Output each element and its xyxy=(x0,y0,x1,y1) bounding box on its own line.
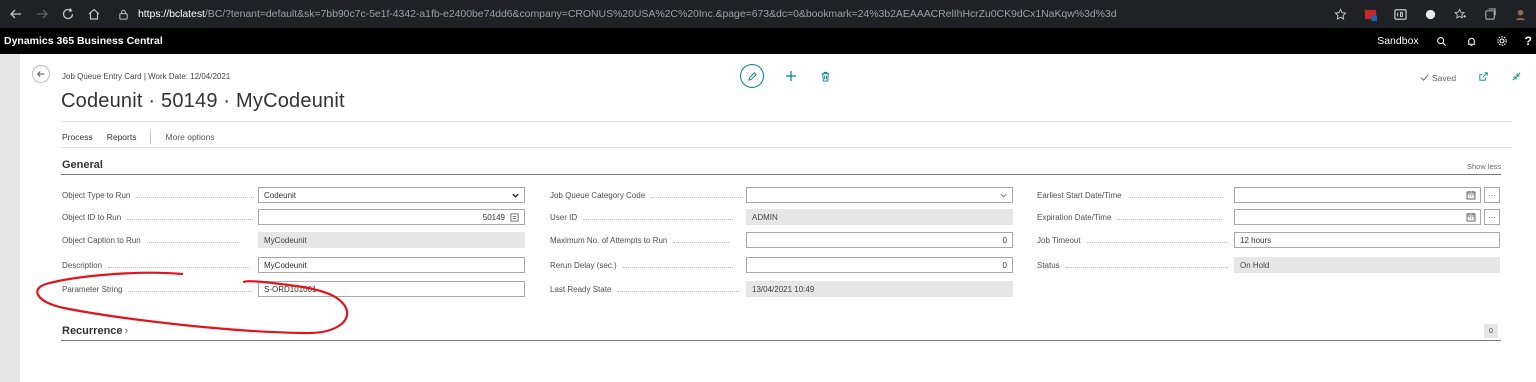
parameter-string-input[interactable]: S-ORD101001 xyxy=(258,281,525,297)
action-bar: Process Reports More options xyxy=(62,130,229,144)
lookup-icon[interactable] xyxy=(510,212,519,222)
environment-label: Sandbox xyxy=(1377,35,1419,47)
reports-menu[interactable]: Reports xyxy=(107,132,137,142)
rerun-delay-label: Rerun Delay (sec.) xyxy=(550,257,733,273)
back-arrow-icon xyxy=(37,71,45,77)
status-value: On Hold xyxy=(1234,257,1500,273)
url-host: https://bclatest xyxy=(138,8,205,20)
app-bar: Dynamics 365 Business Central Sandbox ? xyxy=(0,28,1536,54)
extension-circle-icon[interactable] xyxy=(1422,6,1438,22)
page-caption: Job Queue Entry Card | Work Date: 12/04/… xyxy=(62,72,231,81)
reload-icon[interactable] xyxy=(58,4,78,24)
left-gutter xyxy=(0,54,20,382)
description-input[interactable]: MyCodeunit xyxy=(258,257,525,273)
gear-icon[interactable] xyxy=(1495,34,1509,48)
max-attempts-label: Maximum No. of Attempts to Run xyxy=(550,232,730,248)
parameter-string-label: Parameter String xyxy=(62,281,252,297)
recurrence-section-divider xyxy=(61,340,1501,341)
rerun-delay-input[interactable]: 0 xyxy=(746,257,1013,273)
recurrence-section-title[interactable]: Recurrence › xyxy=(62,325,128,337)
general-section-divider xyxy=(61,174,1501,175)
delete-button[interactable] xyxy=(818,69,832,83)
collapse-icon[interactable] xyxy=(1511,71,1522,84)
browser-toolbar: https://bclatest/BC/?tenant=default&sk=7… xyxy=(0,0,1536,28)
last-ready-state-label: Last Ready State xyxy=(550,281,740,297)
object-type-select[interactable]: Codeunit xyxy=(258,187,525,203)
earliest-start-label: Earliest Start Date/Time xyxy=(1037,187,1223,203)
plus-icon xyxy=(786,71,796,81)
user-id-value: ADMIN xyxy=(746,209,1013,225)
collections-icon[interactable] xyxy=(1482,6,1498,22)
help-icon[interactable]: ? xyxy=(1525,34,1532,48)
page-status: Saved xyxy=(1420,71,1522,84)
last-ready-state-value: 13/04/2021 10:49 xyxy=(746,281,1013,297)
expiration-input[interactable] xyxy=(1234,209,1481,225)
object-caption-label: Object Caption to Run xyxy=(62,232,240,248)
page-tools xyxy=(740,64,832,88)
edit-button[interactable] xyxy=(740,64,764,88)
expiration-label: Expiration Date/Time xyxy=(1037,209,1223,225)
chevron-right-icon: › xyxy=(124,325,129,337)
url-path: /BC/?tenant=default&sk=7bb90c7c-5e1f-434… xyxy=(204,8,1117,20)
favorites-icon[interactable] xyxy=(1452,6,1468,22)
object-type-label: Object Type to Run xyxy=(62,187,255,203)
app-name[interactable]: Dynamics 365 Business Central xyxy=(0,35,163,47)
object-id-label: Object ID to Run xyxy=(62,209,254,225)
job-timeout-label: Job Timeout xyxy=(1037,232,1227,248)
more-options-menu[interactable]: More options xyxy=(165,132,214,142)
object-id-input[interactable]: 50149 xyxy=(258,209,525,225)
process-menu[interactable]: Process xyxy=(62,132,93,142)
home-icon[interactable] xyxy=(84,4,104,24)
recurrence-count-badge: 0 xyxy=(1484,324,1498,338)
earliest-start-ellipsis-button[interactable]: ··· xyxy=(1484,187,1500,203)
header-divider xyxy=(61,121,1512,122)
expiration-ellipsis-button[interactable]: ··· xyxy=(1484,209,1500,225)
action-bar-divider xyxy=(61,147,1512,148)
favorite-star-icon[interactable] xyxy=(1332,6,1348,22)
calendar-icon[interactable] xyxy=(1466,190,1476,200)
calendar-icon[interactable] xyxy=(1466,212,1476,222)
max-attempts-input[interactable]: 0 xyxy=(746,232,1013,248)
lock-icon xyxy=(118,7,132,21)
extension-id-icon[interactable] xyxy=(1392,6,1408,22)
page-title: Codeunit · 50149 · MyCodeunit xyxy=(61,90,345,112)
pencil-icon xyxy=(747,71,757,81)
general-section-title[interactable]: General xyxy=(62,159,103,171)
job-timeout-input[interactable]: 12 hours xyxy=(1234,232,1500,248)
saved-indicator: Saved xyxy=(1420,73,1456,83)
object-caption-value: MyCodeunit xyxy=(258,232,525,248)
address-bar[interactable]: https://bclatest/BC/?tenant=default&sk=7… xyxy=(118,4,1117,24)
trash-icon xyxy=(821,71,829,82)
user-id-label: User ID xyxy=(550,209,734,225)
new-button[interactable] xyxy=(784,69,798,83)
action-separator xyxy=(150,130,152,144)
show-less-link[interactable]: Show less xyxy=(1467,162,1501,171)
earliest-start-input[interactable] xyxy=(1234,187,1481,203)
description-label: Description xyxy=(62,257,251,273)
search-icon[interactable] xyxy=(1435,34,1449,48)
checkmark-icon xyxy=(1420,74,1429,81)
job-queue-category-label: Job Queue Category Code xyxy=(550,187,744,203)
chevron-down-icon xyxy=(999,191,1008,200)
recurrence-label: Recurrence xyxy=(62,325,123,337)
back-button[interactable] xyxy=(32,65,50,83)
saved-label: Saved xyxy=(1432,72,1457,83)
forward-arrow-icon[interactable] xyxy=(32,4,52,24)
bell-icon[interactable] xyxy=(1465,34,1479,48)
job-queue-category-select[interactable] xyxy=(746,187,1013,203)
profile-icon[interactable] xyxy=(1512,6,1528,22)
chevron-down-icon xyxy=(511,191,520,200)
status-label: Status xyxy=(1037,257,1228,273)
extension-badge-icon[interactable] xyxy=(1362,6,1378,22)
open-new-window-icon[interactable] xyxy=(1478,71,1489,84)
back-arrow-icon[interactable] xyxy=(6,4,26,24)
